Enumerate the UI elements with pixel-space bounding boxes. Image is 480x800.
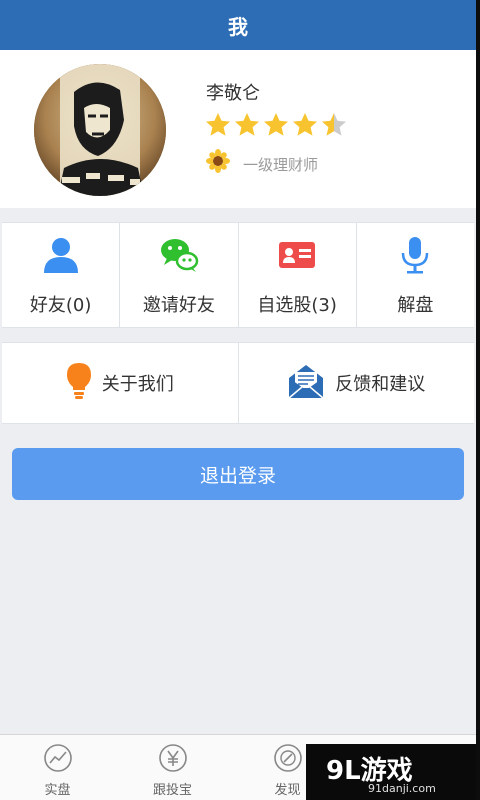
quick-actions: 好友(0) 邀请好友 自选股(3) 解盘 bbox=[2, 222, 474, 328]
watermark-url: 91danji.com bbox=[368, 782, 436, 795]
watchlist-button[interactable]: 自选股(3) bbox=[239, 223, 357, 327]
chart-circle-icon bbox=[43, 743, 73, 773]
top-bar: 我 bbox=[0, 0, 476, 50]
avatar[interactable] bbox=[34, 64, 166, 196]
about-us-label: 关于我们 bbox=[101, 374, 174, 395]
logout-button[interactable]: 退出登录 bbox=[12, 448, 464, 500]
sunflower-icon bbox=[205, 148, 231, 174]
screen-edge bbox=[476, 0, 480, 800]
rating-stars bbox=[205, 112, 347, 138]
envelope-icon bbox=[287, 362, 325, 404]
tab-copy-invest-label: 跟投宝 bbox=[152, 783, 192, 798]
info-links: 关于我们 反馈和建议 bbox=[2, 342, 474, 424]
star-icon bbox=[264, 113, 288, 136]
invite-friends-button[interactable]: 邀请好友 bbox=[120, 223, 239, 327]
watermark: 9L游戏 91danji.com bbox=[306, 744, 476, 800]
watchlist-label: 自选股(3) bbox=[257, 295, 337, 316]
yen-circle-icon bbox=[158, 743, 188, 773]
feedback-label: 反馈和建议 bbox=[335, 374, 426, 395]
feedback-button[interactable]: 反馈和建议 bbox=[239, 343, 475, 423]
market-analysis-label: 解盘 bbox=[397, 295, 434, 316]
contact-card-icon bbox=[277, 235, 317, 275]
microphone-icon bbox=[395, 235, 435, 275]
person-icon bbox=[41, 235, 81, 275]
wechat-icon bbox=[159, 235, 199, 275]
star-icon bbox=[293, 113, 317, 136]
star-icon bbox=[206, 113, 230, 136]
tab-copy-invest[interactable]: 跟投宝 bbox=[115, 735, 230, 800]
compass-icon bbox=[273, 743, 303, 773]
page-title: 我 bbox=[228, 14, 248, 39]
avatar-photo bbox=[34, 64, 166, 196]
tab-live-trading-label: 实盘 bbox=[44, 783, 71, 798]
tab-live-trading[interactable]: 实盘 bbox=[0, 735, 115, 800]
star-icon bbox=[322, 113, 346, 136]
username: 李敬仑 bbox=[206, 83, 260, 104]
about-us-button[interactable]: 关于我们 bbox=[2, 343, 239, 423]
lightbulb-icon bbox=[66, 362, 92, 404]
app-screen: 我 李敬仑 一级理财师 好友(0) 邀请好友 自选股(3) 解盘 关于我们 反馈… bbox=[0, 0, 476, 800]
market-analysis-button[interactable]: 解盘 bbox=[357, 223, 474, 327]
star-icon bbox=[235, 113, 259, 136]
level-label: 一级理财师 bbox=[243, 156, 319, 174]
invite-friends-label: 邀请好友 bbox=[142, 295, 215, 316]
friends-label: 好友(0) bbox=[29, 295, 92, 316]
profile-card[interactable]: 李敬仑 一级理财师 bbox=[0, 50, 476, 208]
friends-button[interactable]: 好友(0) bbox=[2, 223, 121, 327]
